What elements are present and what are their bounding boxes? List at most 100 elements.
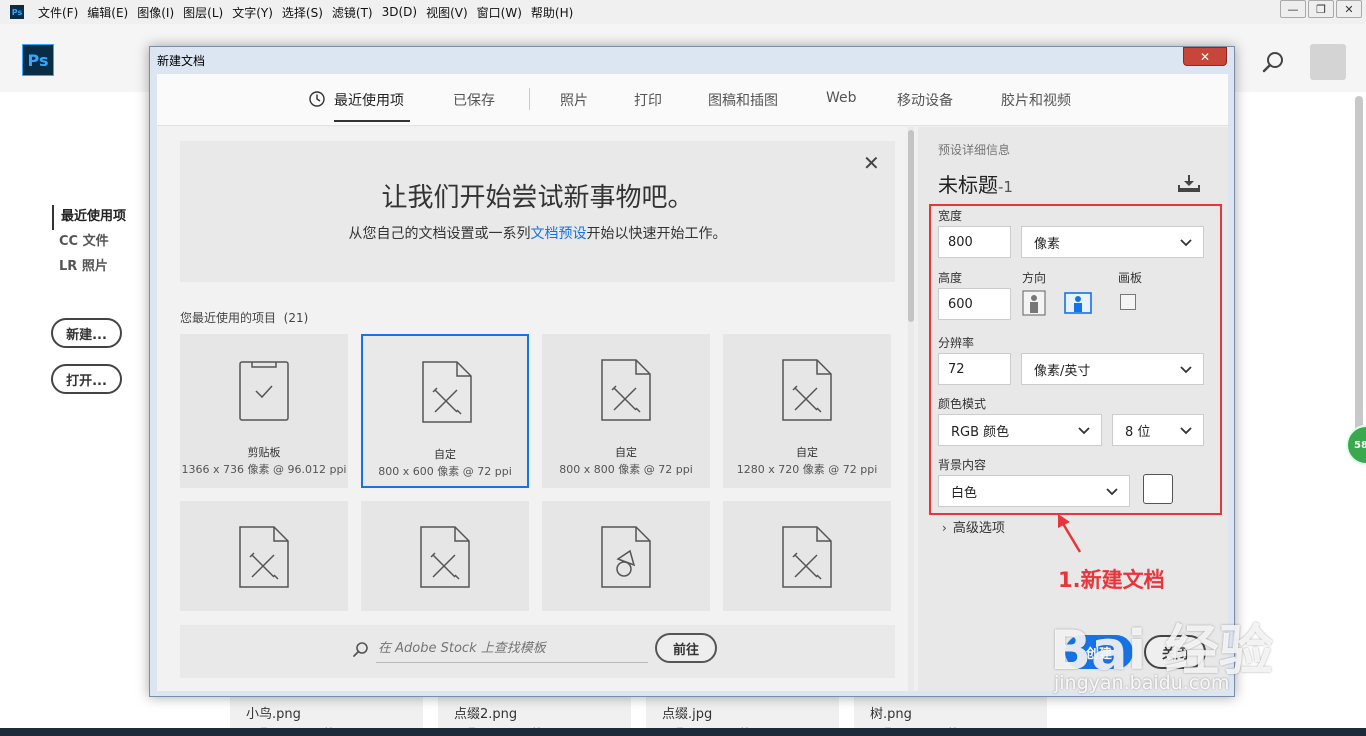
preset-card-shapes[interactable] — [542, 501, 710, 611]
close-button[interactable]: 关闭 — [1144, 635, 1206, 669]
preset-details-label: 预设详细信息 — [938, 143, 1011, 157]
home-nav: 最近使用项 CC 文件 LR 照片 — [52, 205, 126, 280]
preset-name: 剪贴板 — [247, 446, 281, 459]
search-icon[interactable] — [1262, 50, 1286, 74]
menu-file[interactable]: 文件(F) — [38, 4, 78, 21]
menu-layer[interactable]: 图层(L) — [183, 4, 223, 21]
save-preset-icon[interactable] — [1177, 173, 1201, 193]
nav-lr-photos[interactable]: LR 照片 — [52, 255, 126, 280]
preset-name: 自定 — [615, 446, 637, 459]
advanced-options-label: 高级选项 — [952, 521, 1005, 536]
stock-search-bar: 前往 — [180, 625, 895, 678]
close-window-button[interactable]: ✕ — [1336, 0, 1362, 18]
menu-select[interactable]: 选择(S) — [282, 4, 323, 21]
menu-type[interactable]: 文字(Y) — [232, 4, 273, 21]
ps-logo: Ps — [22, 44, 54, 76]
document-name-number: -1 — [998, 178, 1013, 196]
close-icon[interactable]: ✕ — [863, 151, 880, 175]
preset-card-custom[interactable] — [723, 501, 891, 611]
menu-image[interactable]: 图像(I) — [137, 4, 174, 21]
menu-window[interactable]: 窗口(W) — [477, 4, 522, 21]
app-icon: Ps — [10, 5, 24, 19]
menu-3d[interactable]: 3D(D) — [382, 5, 417, 19]
shapes-doc-icon — [601, 526, 651, 588]
welcome-subtitle: 从您自己的文档设置或一系列文档预设开始以快速开始工作。 — [180, 223, 895, 243]
preset-card-clipboard[interactable]: 剪贴板 1366 x 736 像素 @ 96.012 ppi — [180, 334, 348, 488]
preset-card-custom[interactable]: 自定 800 x 600 像素 @ 72 ppi — [361, 334, 529, 488]
tab-recent[interactable]: 最近使用项 — [334, 90, 404, 110]
home-scrollbar[interactable] — [1355, 96, 1363, 436]
custom-doc-icon — [782, 359, 832, 421]
file-name: 点缀2.png — [454, 707, 518, 722]
minimize-button[interactable]: — — [1280, 0, 1306, 18]
preset-meta: 800 x 800 像素 @ 72 ppi — [559, 463, 693, 476]
custom-doc-icon — [420, 526, 470, 588]
create-button[interactable]: 创建 — [1065, 635, 1133, 669]
tab-photo[interactable]: 照片 — [560, 90, 588, 110]
clipboard-icon — [239, 361, 289, 421]
preset-card-custom[interactable]: 自定 800 x 800 像素 @ 72 ppi — [542, 334, 710, 488]
tab-mobile[interactable]: 移动设备 — [897, 90, 953, 110]
os-taskbar — [0, 728, 1366, 736]
recent-items-heading: 您最近使用的项目 (21) — [180, 309, 308, 326]
preset-meta: 1280 x 720 像素 @ 72 ppi — [736, 463, 878, 476]
avatar[interactable] — [1310, 44, 1346, 80]
restore-button[interactable]: ❐ — [1308, 0, 1334, 18]
annotation-highlight-box — [929, 204, 1222, 515]
chevron-right-icon: › — [942, 521, 947, 535]
preset-name: 自定 — [434, 448, 456, 461]
welcome-title: 让我们开始尝试新事物吧。 — [381, 183, 694, 213]
preset-card-custom[interactable] — [361, 501, 529, 611]
custom-doc-icon — [601, 359, 651, 421]
preset-scrollbar[interactable] — [908, 127, 914, 691]
clock-icon — [309, 91, 325, 107]
tab-film-video[interactable]: 胶片和视频 — [1001, 90, 1071, 110]
welcome-sub-before: 从您自己的文档设置或一系列 — [348, 226, 531, 242]
welcome-sub-after: 开始以快速开始工作。 — [586, 226, 727, 242]
tab-print[interactable]: 打印 — [634, 90, 662, 110]
scrollbar-thumb[interactable] — [908, 130, 914, 322]
nav-cc-files[interactable]: CC 文件 — [52, 230, 126, 255]
preset-tabs: 最近使用项 已保存 照片 打印 图稿和插图 Web 移动设备 胶片和视频 — [157, 74, 1228, 126]
welcome-banner: 让我们开始尝试新事物吧。 从您自己的文档设置或一系列文档预设开始以快速开始工作。… — [180, 141, 895, 282]
preset-card-custom[interactable] — [180, 501, 348, 611]
custom-doc-icon — [239, 526, 289, 588]
file-name: 点缀.jpg — [662, 707, 713, 722]
custom-doc-icon — [782, 526, 832, 588]
tab-art-illustration[interactable]: 图稿和插图 — [708, 90, 778, 110]
preset-meta: 1366 x 736 像素 @ 96.012 ppi — [181, 463, 347, 476]
menu-edit[interactable]: 编辑(E) — [87, 4, 128, 21]
document-name-text: 未标题 — [938, 173, 998, 197]
stock-go-button[interactable]: 前往 — [655, 633, 717, 663]
search-icon — [353, 642, 368, 657]
menu-help[interactable]: 帮助(H) — [531, 4, 573, 21]
dialog-close-button[interactable]: ✕ — [1183, 47, 1227, 66]
file-name: 树.png — [870, 707, 912, 722]
preset-name: 自定 — [796, 446, 818, 459]
document-name[interactable]: 未标题-1 — [938, 169, 1013, 198]
recent-items-count: (21) — [283, 311, 309, 325]
document-presets-link[interactable]: 文档预设 — [531, 226, 587, 242]
menu-filter[interactable]: 滤镜(T) — [332, 4, 373, 21]
tab-divider — [529, 88, 530, 110]
custom-doc-icon — [422, 361, 472, 423]
preset-card-custom[interactable]: 自定 1280 x 720 像素 @ 72 ppi — [723, 334, 891, 488]
menu-bar: Ps 文件(F) 编辑(E) 图像(I) 图层(L) 文字(Y) 选择(S) 滤… — [0, 0, 1366, 24]
tab-web[interactable]: Web — [826, 90, 857, 106]
preset-meta: 800 x 600 像素 @ 72 ppi — [378, 465, 512, 478]
preset-browser: 让我们开始尝试新事物吧。 从您自己的文档设置或一系列文档预设开始以快速开始工作。… — [157, 127, 907, 691]
file-name: 小鸟.png — [246, 707, 301, 722]
open-button[interactable]: 打开... — [51, 364, 122, 394]
advanced-options-toggle[interactable]: › 高级选项 — [942, 517, 1005, 536]
nav-recent[interactable]: 最近使用项 — [52, 205, 126, 230]
active-tab-indicator — [334, 120, 410, 122]
window-controls: — ❐ ✕ — [1278, 0, 1362, 18]
annotation-arrow — [1058, 514, 1082, 553]
tab-saved[interactable]: 已保存 — [453, 90, 495, 110]
new-button[interactable]: 新建... — [51, 318, 122, 348]
dialog-title: 新建文档 — [157, 54, 206, 68]
recent-items-label: 您最近使用的项目 — [180, 311, 277, 325]
stock-search-input[interactable] — [376, 635, 648, 663]
annotation-label: 1.新建文档 — [1058, 568, 1165, 592]
menu-view[interactable]: 视图(V) — [426, 4, 468, 21]
